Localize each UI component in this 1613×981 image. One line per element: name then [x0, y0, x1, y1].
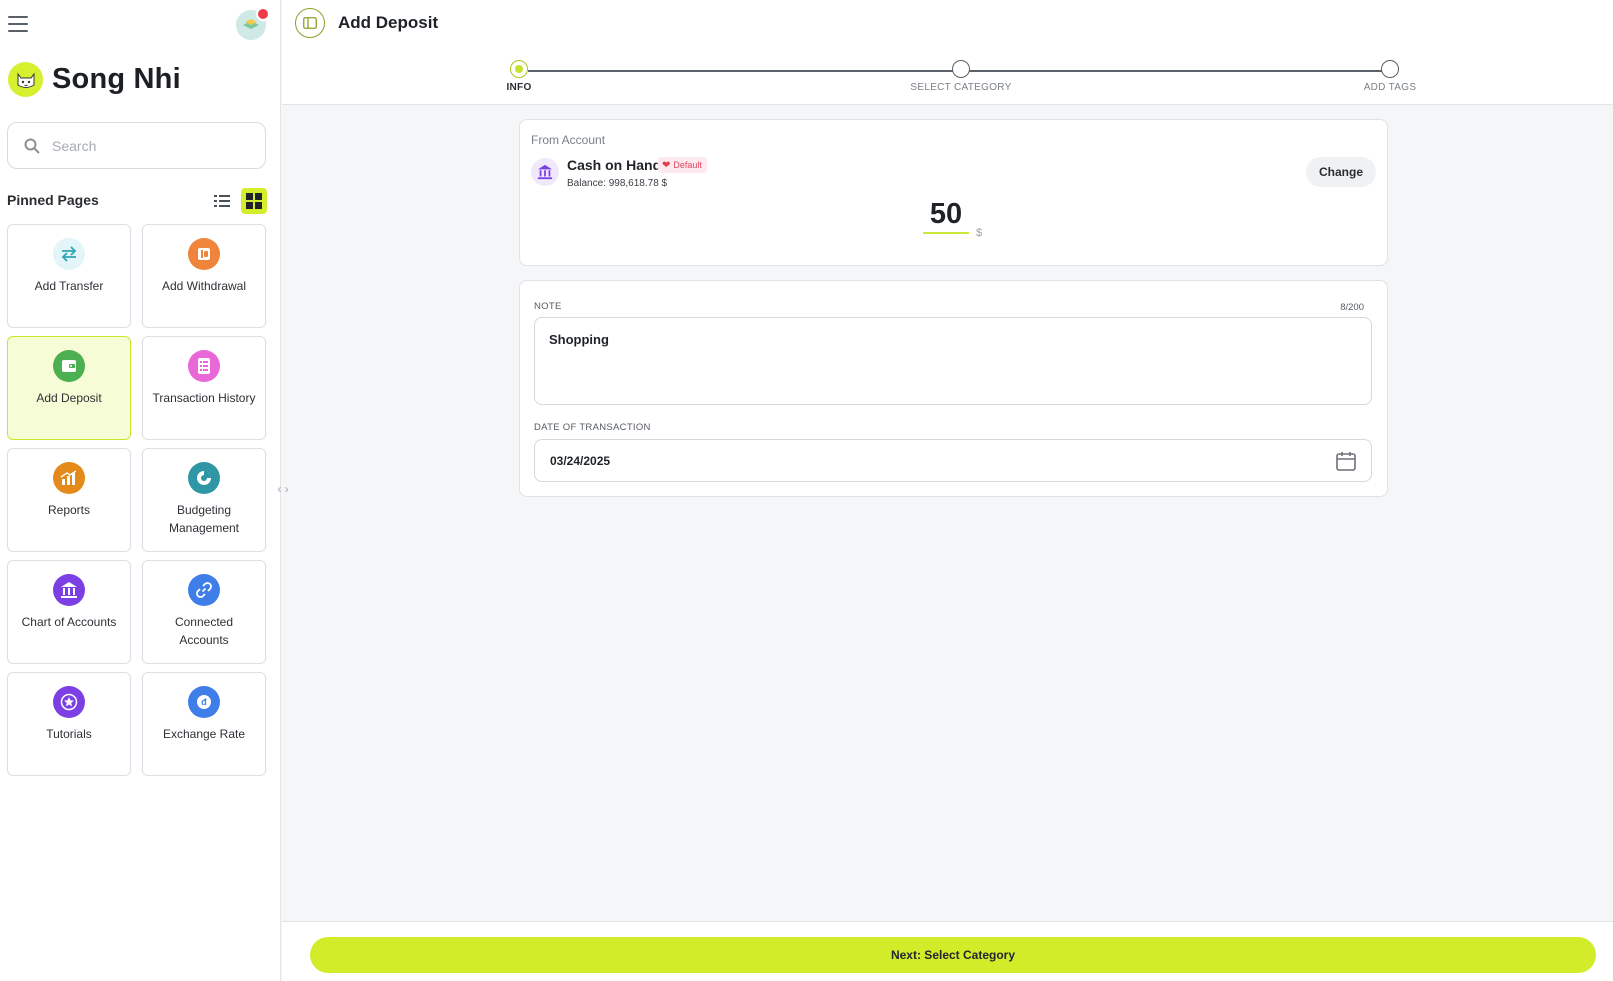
note-label: NOTE: [534, 301, 562, 312]
card-label: Add Withdrawal: [161, 279, 247, 293]
pinned-card-transaction-history[interactable]: Transaction History: [142, 336, 266, 440]
note-textarea[interactable]: Shopping: [534, 317, 1372, 405]
card-label: Exchange Rate: [162, 727, 246, 741]
search-box[interactable]: [7, 122, 266, 169]
change-account-button[interactable]: Change: [1306, 157, 1376, 187]
layers-icon: [243, 19, 259, 29]
avatar[interactable]: [8, 62, 43, 97]
details-panel: NOTE 8/200 Shopping DATE OF TRANSACTION …: [519, 280, 1388, 497]
balance-label: Balance:: [567, 178, 606, 189]
card-label: Budgeting Management: [168, 503, 240, 535]
budget-icon: [188, 462, 220, 494]
transfer-icon: [53, 238, 85, 270]
calendar-icon[interactable]: [1335, 450, 1357, 472]
card-label: Add Deposit: [36, 391, 102, 405]
pinned-card-tutorials[interactable]: Tutorials: [7, 672, 131, 776]
pinned-card-exchange-rate[interactable]: đ Exchange Rate: [142, 672, 266, 776]
sidebar-resize-handle[interactable]: ‹ ›: [272, 480, 294, 498]
step-indicator: [952, 60, 970, 78]
account-name: Cash on Hand: [567, 157, 662, 173]
card-label: Tutorials: [46, 727, 92, 741]
note-char-counter: 8/200: [1340, 302, 1364, 313]
step-connector: [964, 70, 1384, 72]
pinned-card-chart-of-accounts[interactable]: Chart of Accounts: [7, 560, 131, 664]
card-label: Connected Accounts: [174, 615, 234, 647]
step-select-category[interactable]: SELECT CATEGORY: [901, 60, 1021, 93]
step-indicator: [1381, 60, 1399, 78]
heart-icon: ❤: [662, 159, 671, 171]
from-account-label: From Account: [531, 133, 606, 147]
card-label: Add Transfer: [34, 279, 104, 293]
sidebar: Song Nhi Pinned Pages: [0, 0, 281, 981]
footer: Next: Select Category: [282, 921, 1613, 981]
pinned-card-add-transfer[interactable]: Add Transfer: [7, 224, 131, 328]
topbar: Add Deposit INFO SELECT CATEGORY ADD TAG…: [282, 0, 1613, 105]
user-name: Song Nhi: [52, 63, 181, 95]
amount-field: [923, 198, 969, 234]
deposit-icon: [53, 350, 85, 382]
default-badge-label: Default: [673, 160, 702, 170]
balance-value: 998,618.78 $: [608, 178, 668, 189]
step-label: SELECT CATEGORY: [910, 82, 1012, 93]
notification-dot: [256, 7, 270, 21]
sidebar-panel-icon: [303, 17, 317, 29]
reports-icon: [53, 462, 85, 494]
default-badge: ❤ Default: [658, 157, 707, 173]
step-label: INFO: [506, 82, 532, 93]
list-icon: [214, 195, 230, 207]
card-label: Reports: [47, 503, 91, 517]
grid-icon: [246, 193, 262, 209]
step-connector: [528, 70, 958, 72]
page-title: Add Deposit: [338, 13, 439, 32]
search-icon: [24, 138, 40, 154]
pinned-card-add-deposit[interactable]: Add Deposit: [7, 336, 131, 440]
list-view-button[interactable]: [209, 188, 235, 214]
cat-face-icon: [17, 72, 34, 88]
date-value: 03/24/2025: [550, 453, 611, 468]
pinned-card-reports[interactable]: Reports: [7, 448, 131, 552]
exchange-icon: đ: [188, 686, 220, 718]
pinned-card-connected-accounts[interactable]: Connected Accounts: [142, 560, 266, 664]
currency-symbol: $: [976, 227, 983, 239]
account-balance: Balance: 998,618.78 $: [567, 178, 667, 189]
amount-input[interactable]: [923, 198, 969, 234]
card-label: Transaction History: [152, 391, 256, 405]
step-indicator: [510, 60, 528, 78]
step-info[interactable]: INFO: [459, 60, 579, 93]
history-icon: [188, 350, 220, 382]
withdrawal-icon: [188, 238, 220, 270]
star-icon: [53, 686, 85, 718]
toggle-sidebar-button[interactable]: [295, 8, 325, 38]
stepper: INFO SELECT CATEGORY ADD TAGS: [506, 60, 1416, 100]
hamburger-menu-icon[interactable]: [8, 16, 28, 34]
bank-icon: [531, 158, 559, 186]
date-field[interactable]: 03/24/2025: [534, 439, 1372, 482]
search-input[interactable]: [52, 137, 242, 154]
next-select-category-button[interactable]: Next: Select Category: [310, 937, 1596, 973]
notification-button[interactable]: [236, 7, 270, 40]
step-add-tags[interactable]: ADD TAGS: [1330, 60, 1450, 93]
view-toggle: [209, 188, 267, 214]
pinned-card-budgeting-management[interactable]: Budgeting Management: [142, 448, 266, 552]
pinned-pages-grid: Add Transfer Add Withdrawal Add Deposit …: [7, 224, 266, 776]
svg-text:đ: đ: [201, 697, 207, 707]
pinned-pages-title: Pinned Pages: [7, 192, 99, 208]
grid-view-button[interactable]: [241, 188, 267, 214]
step-label: ADD TAGS: [1363, 82, 1417, 93]
pinned-card-add-withdrawal[interactable]: Add Withdrawal: [142, 224, 266, 328]
bank-icon: [53, 574, 85, 606]
date-label: DATE OF TRANSACTION: [534, 422, 651, 433]
profile: Song Nhi: [8, 62, 181, 97]
link-icon: [188, 574, 220, 606]
from-account-panel: From Account Cash on Hand ❤ Default Bala…: [519, 119, 1388, 266]
card-label: Chart of Accounts: [21, 615, 117, 629]
